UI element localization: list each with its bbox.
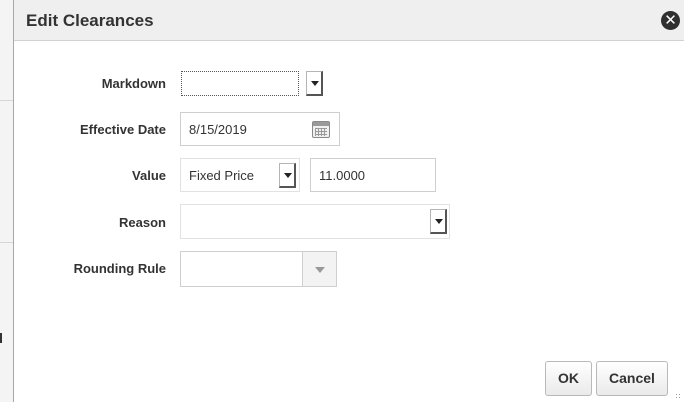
close-icon[interactable]: ✕ — [661, 11, 680, 30]
effective-date-value: 8/15/2019 — [189, 122, 247, 137]
background-divider — [0, 242, 13, 243]
background-divider — [0, 100, 13, 101]
rounding-rule-label: Rounding Rule — [73, 261, 166, 276]
value-amount: 11.0000 — [319, 168, 366, 183]
markdown-dropdown-arrow[interactable] — [306, 71, 323, 96]
reason-label: Reason — [119, 215, 166, 230]
dialog-titlebar: Edit Clearances ✕ — [14, 0, 684, 41]
markdown-select-focus — [181, 71, 299, 96]
ok-button[interactable]: OK — [545, 361, 592, 396]
reason-dropdown-arrow[interactable] — [430, 209, 447, 234]
value-type-select[interactable]: Fixed Price — [180, 158, 300, 192]
rounding-rule-combobox[interactable] — [180, 251, 337, 287]
value-type-value: Fixed Price — [189, 168, 255, 183]
effective-date-input[interactable]: 8/15/2019 — [180, 112, 340, 146]
value-label: Value — [132, 168, 166, 183]
background-text-fragment — [0, 333, 2, 343]
value-amount-input[interactable]: 11.0000 — [310, 158, 436, 192]
dialog-title: Edit Clearances — [26, 11, 154, 30]
effective-date-label: Effective Date — [80, 122, 166, 137]
value-type-dropdown-arrow[interactable] — [279, 163, 296, 188]
calendar-icon[interactable] — [312, 121, 330, 138]
resize-grip-icon[interactable] — [675, 393, 681, 399]
chevron-down-icon[interactable] — [302, 252, 336, 286]
markdown-select[interactable] — [180, 68, 330, 99]
edit-clearances-dialog: Edit Clearances ✕ Markdown Effective Dat… — [13, 0, 684, 402]
reason-select[interactable] — [180, 204, 450, 239]
cancel-button[interactable]: Cancel — [596, 361, 668, 396]
markdown-label: Markdown — [101, 76, 166, 91]
